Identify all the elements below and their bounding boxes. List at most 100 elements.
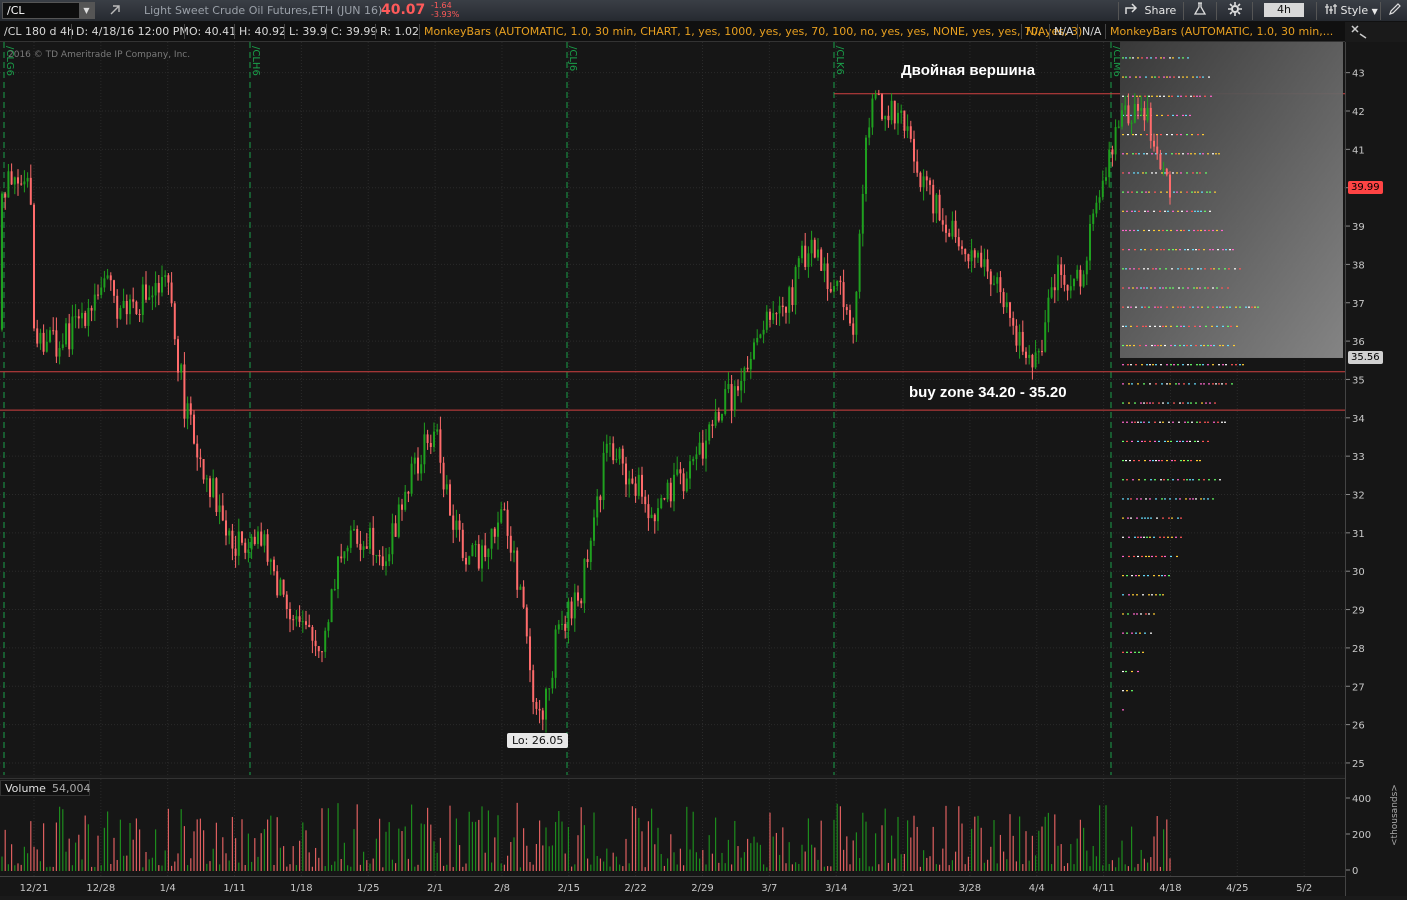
symbol-input[interactable]: /CL ▼: [2, 2, 95, 19]
bar-date: D: 4/18/16 12:00 PM: [76, 25, 189, 38]
candle-up: [740, 380, 743, 391]
study-label-short[interactable]: MonkeyBars (AUTOMATIC, 1.0, 30 min,...: [1110, 25, 1333, 38]
chevron-down-icon[interactable]: ▼: [79, 3, 94, 18]
volume-bar: [609, 866, 611, 871]
candle-down: [372, 527, 375, 556]
pencil-icon[interactable]: [1388, 2, 1402, 19]
candle-up: [481, 545, 483, 569]
volume-bar: [388, 822, 390, 871]
profile-tick: [1150, 517, 1152, 519]
volume-bar: [1019, 816, 1021, 871]
candle-down: [135, 301, 138, 314]
candle-up: [743, 367, 746, 381]
candle-up: [1005, 302, 1008, 308]
volume-bar: [91, 866, 93, 871]
profile-tick: [1180, 325, 1182, 327]
share-button[interactable]: Share: [1125, 2, 1176, 19]
profile-tick: [1180, 517, 1182, 519]
volume-bar: [1073, 864, 1075, 871]
profile-tick: [1170, 364, 1172, 366]
volume-chart[interactable]: [0, 778, 1372, 877]
candle-down: [157, 283, 160, 293]
candle-down: [477, 544, 480, 569]
volume-bar: [475, 821, 477, 871]
profile-tick: [1218, 153, 1220, 155]
candle-down: [564, 623, 567, 631]
profile-tick: [1129, 459, 1131, 462]
volume-bar: [1115, 867, 1117, 871]
candle-down: [1021, 331, 1024, 352]
candle-down: [356, 528, 359, 544]
volume-bar: [468, 811, 470, 871]
profile-tick: [1146, 536, 1148, 538]
profile-tick: [1146, 364, 1148, 366]
profile-tick: [1134, 402, 1136, 404]
candle-up: [500, 509, 503, 523]
flask-icon[interactable]: [1193, 2, 1207, 19]
link-icon[interactable]: [108, 3, 122, 20]
price-chart[interactable]: /CLG6/CLH6/CLJ6/CLK6/CLM6: [0, 42, 1372, 775]
profile-tick: [1197, 229, 1199, 232]
profile-tick: [1136, 613, 1138, 615]
profile-tick: [1130, 364, 1132, 366]
price-tick-label: 37: [1352, 299, 1365, 310]
candle-down: [989, 271, 992, 285]
profile-tick: [1140, 613, 1142, 615]
volume-bar: [308, 852, 310, 871]
candle-down: [701, 442, 704, 459]
volume-bar: [1127, 866, 1129, 871]
volume-bar: [715, 817, 717, 871]
style-button[interactable]: Style ▼: [1325, 2, 1378, 19]
volume-bar: [1095, 856, 1097, 871]
profile-tick: [1148, 613, 1150, 615]
profile-tick: [1186, 191, 1188, 193]
volume-bar: [379, 818, 381, 871]
volume-bar: [587, 858, 589, 871]
candle-down: [612, 443, 615, 461]
volume-bar: [875, 833, 877, 871]
timeframe-selector[interactable]: 4h: [1264, 3, 1304, 17]
profile-tick: [1204, 287, 1206, 289]
candle-up: [65, 323, 67, 345]
volume-bar: [103, 827, 105, 871]
volume-bar: [17, 863, 19, 871]
volume-bar: [65, 851, 67, 871]
profile-tick: [1135, 364, 1137, 366]
candle-up: [1095, 202, 1098, 214]
volume-bar: [996, 863, 998, 871]
candle-up: [657, 508, 659, 522]
profile-tick: [1158, 440, 1160, 443]
date-axis[interactable]: 12/21 12/28 1/4 1/11 1/18 1/25 2/1 2/8 2/15 2/22 2…: [0, 876, 1379, 896]
profile-tick: [1229, 306, 1231, 308]
profile-tick: [1150, 479, 1152, 481]
profile-tick: [1131, 575, 1133, 577]
volume-bar: [1063, 865, 1065, 871]
candle-up: [685, 478, 688, 492]
price-tick-label: 27: [1352, 682, 1365, 693]
candle-down: [1165, 168, 1168, 175]
profile-tick: [1216, 325, 1218, 327]
price-axis[interactable]: 4342414039383736353433323130292827262540…: [1345, 42, 1407, 896]
candle-up: [228, 530, 231, 536]
profile-tick: [1186, 172, 1188, 174]
profile-tick: [1227, 287, 1229, 289]
price-tick-label: 41: [1352, 145, 1365, 156]
candle-down: [503, 509, 506, 511]
study-label[interactable]: MonkeyBars (AUTOMATIC, 1.0, 30 min, CHAR…: [424, 25, 1082, 38]
profile-tick: [1212, 229, 1214, 232]
candle-down: [116, 295, 119, 319]
candle-down: [138, 313, 141, 315]
collapse-icon[interactable]: [1350, 24, 1368, 40]
volume-bar: [1140, 849, 1142, 871]
profile-tick: [1122, 172, 1124, 174]
candle-down: [55, 330, 58, 357]
profile-tick: [1127, 517, 1129, 519]
profile-tick: [1148, 421, 1150, 423]
profile-tick: [1164, 440, 1166, 443]
profile-tick: [1182, 440, 1184, 443]
profile-tick: [1161, 172, 1163, 174]
candle-up: [1044, 322, 1047, 352]
volume-chart-svg: [1, 779, 1372, 877]
gear-icon[interactable]: [1228, 2, 1242, 19]
candle-up: [81, 312, 83, 319]
